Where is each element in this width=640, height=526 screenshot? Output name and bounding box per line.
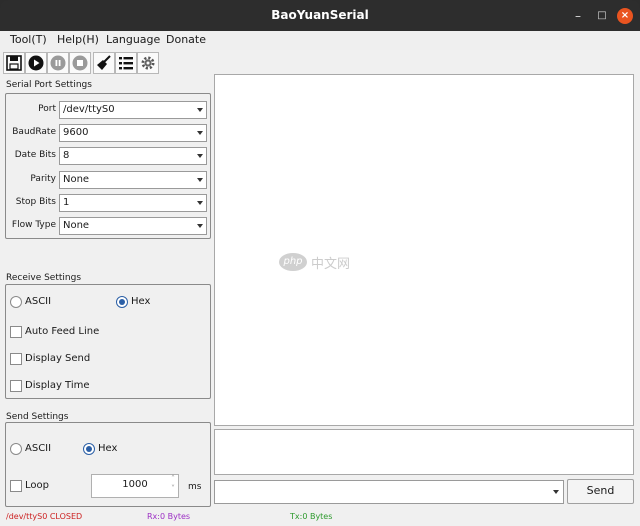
receive-settings-title: Receive Settings <box>6 273 82 283</box>
chevron-down-icon <box>197 108 203 112</box>
menu-donate[interactable]: Donate <box>166 33 206 46</box>
serial-settings-title: Serial Port Settings <box>6 80 92 90</box>
interval-unit-label: ms <box>188 482 202 492</box>
databits-select[interactable]: 8 <box>59 147 207 165</box>
send-ascii-radio[interactable] <box>10 443 22 455</box>
tx-count: Tx:0 Bytes <box>290 512 333 521</box>
maximize-icon[interactable]: □ <box>594 8 610 24</box>
databits-value: 8 <box>63 150 70 161</box>
chevron-down-icon <box>197 131 203 135</box>
stopbits-label: Stop Bits <box>15 197 56 207</box>
loop-interval-spinbox[interactable]: 1000 ˄ ˅ <box>91 474 179 498</box>
minimize-icon[interactable]: – <box>570 8 586 24</box>
send-settings-group: ASCII Hex Loop 1000 ˄ ˅ ms <box>5 422 211 507</box>
parity-select[interactable]: None <box>59 171 207 189</box>
menu-bar: Tool(T) Help(H) Language Donate <box>0 31 640 50</box>
display-send-checkbox[interactable] <box>10 353 22 365</box>
save-button[interactable] <box>3 52 25 74</box>
menu-tool[interactable]: Tool(T) <box>10 33 47 46</box>
flowtype-value: None <box>63 220 90 231</box>
spin-down-icon[interactable]: ˅ <box>171 479 175 499</box>
databits-label: Date Bits <box>14 150 56 160</box>
send-hex-label: Hex <box>98 443 118 454</box>
stop-button[interactable] <box>69 52 91 74</box>
send-settings-title: Send Settings <box>6 412 69 422</box>
send-history-select[interactable] <box>214 480 564 504</box>
menu-help[interactable]: Help(H) <box>57 33 99 46</box>
chevron-down-icon <box>197 201 203 205</box>
receive-settings-group: ASCII Hex Auto Feed Line Display Send Di… <box>5 284 211 399</box>
receive-text-area[interactable]: php 中文网 <box>214 74 634 426</box>
chevron-down-icon <box>197 224 203 228</box>
watermark-text: 中文网 <box>311 257 351 272</box>
list-button[interactable] <box>115 52 137 74</box>
play-icon <box>28 55 44 71</box>
loop-checkbox[interactable] <box>10 480 22 492</box>
chevron-down-icon <box>197 178 203 182</box>
open-port-button[interactable] <box>25 52 47 74</box>
loop-label: Loop <box>25 480 49 491</box>
flowtype-label: Flow Type <box>11 220 56 230</box>
list-icon <box>119 57 133 70</box>
chevron-down-icon <box>553 490 559 494</box>
send-text-area[interactable] <box>214 429 634 475</box>
stopbits-select[interactable]: 1 <box>59 194 207 212</box>
auto-feed-checkbox[interactable] <box>10 326 22 338</box>
settings-button[interactable] <box>137 52 159 74</box>
loop-interval-value: 1000 <box>122 479 148 490</box>
flowtype-select[interactable]: None <box>59 217 207 235</box>
stop-icon <box>72 55 88 71</box>
stopbits-value: 1 <box>63 197 70 208</box>
broom-icon <box>97 55 111 70</box>
clear-button[interactable] <box>93 52 115 74</box>
close-icon[interactable]: × <box>617 8 633 24</box>
watermark-brand: php <box>279 253 307 271</box>
display-time-checkbox[interactable] <box>10 380 22 392</box>
send-ascii-label: ASCII <box>25 443 52 454</box>
receive-hex-radio[interactable] <box>116 296 128 308</box>
receive-ascii-label: ASCII <box>25 296 52 307</box>
display-send-label: Display Send <box>25 353 91 364</box>
serial-settings-group: Port /dev/ttyS0 BaudRate 9600 Date Bits … <box>5 93 211 239</box>
parity-value: None <box>63 174 90 185</box>
main-window: Tool(T) Help(H) Language Donate Serial P… <box>0 31 640 526</box>
port-select[interactable]: /dev/ttyS0 <box>59 101 207 119</box>
receive-ascii-radio[interactable] <box>10 296 22 308</box>
parity-label: Parity <box>30 174 56 184</box>
receive-hex-label: Hex <box>131 296 151 307</box>
toolbar <box>0 51 640 75</box>
save-icon <box>6 55 22 71</box>
display-time-label: Display Time <box>25 380 90 391</box>
baudrate-value: 9600 <box>63 127 89 138</box>
port-status: /dev/ttyS0 CLOSED <box>6 512 83 521</box>
pause-icon <box>50 55 66 71</box>
pause-button[interactable] <box>47 52 69 74</box>
rx-count: Rx:0 Bytes <box>147 512 191 521</box>
send-button[interactable]: Send <box>567 479 634 504</box>
auto-feed-label: Auto Feed Line <box>25 326 100 337</box>
baudrate-label: BaudRate <box>12 127 56 137</box>
window-title: BaoYuanSerial <box>271 8 369 22</box>
baudrate-select[interactable]: 9600 <box>59 124 207 142</box>
send-hex-radio[interactable] <box>83 443 95 455</box>
port-label: Port <box>38 104 56 114</box>
menu-language[interactable]: Language <box>106 33 160 46</box>
gear-icon <box>141 56 155 70</box>
chevron-down-icon <box>197 154 203 158</box>
port-value: /dev/ttyS0 <box>63 104 115 115</box>
